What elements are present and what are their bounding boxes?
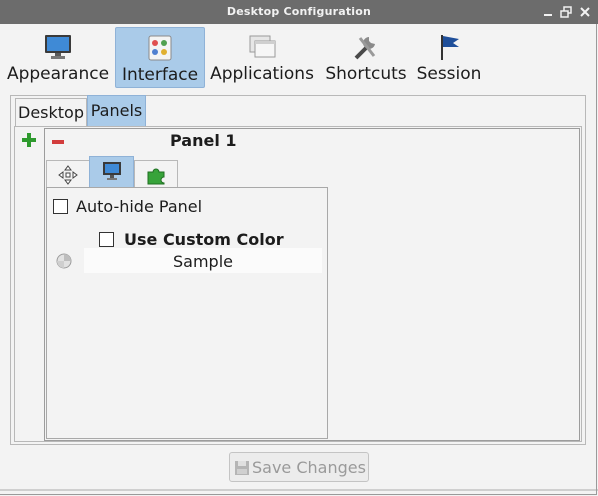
color-sample: Sample — [84, 248, 322, 273]
monitor-icon — [45, 35, 71, 59]
remove-panel-button[interactable] — [50, 134, 66, 148]
sample-label: Sample — [173, 252, 233, 271]
custom-color-checkbox[interactable] — [99, 232, 114, 247]
custom-color-label: Use Custom Color — [124, 230, 284, 249]
tools-icon — [354, 37, 376, 60]
color-picker-button[interactable] — [55, 252, 73, 270]
toolbar-shortcuts[interactable]: Shortcuts — [322, 27, 410, 88]
settings-box — [46, 187, 328, 439]
subtab-appearance[interactable] — [89, 156, 134, 188]
window-title: Desktop Configuration — [226, 5, 372, 18]
save-icon — [235, 461, 249, 475]
toolbar-applications[interactable]: Applications — [210, 27, 314, 88]
auto-hide-checkbox[interactable] — [53, 199, 68, 214]
color-wheel-icon — [56, 253, 72, 269]
tab-desktop[interactable]: Desktop — [15, 98, 87, 127]
minimize-icon[interactable] — [540, 4, 556, 20]
category-toolbar: Appearance Interface Applications Shortc… — [0, 24, 598, 90]
title-bar: Desktop Configuration — [0, 0, 598, 24]
add-panel-button[interactable] — [21, 132, 37, 148]
minus-icon — [52, 140, 64, 144]
auto-hide-label: Auto-hide Panel — [76, 197, 203, 216]
tab-panels[interactable]: Panels — [87, 95, 146, 127]
subtab-position[interactable] — [46, 160, 90, 188]
toolbar-appearance[interactable]: Appearance — [4, 27, 112, 88]
subtab-plugins[interactable] — [134, 160, 178, 188]
toolbar-interface[interactable]: Interface — [115, 27, 205, 88]
interface-icon — [148, 35, 172, 61]
position-icon — [58, 165, 78, 185]
panel-title: Panel 1 — [170, 131, 237, 150]
windows-icon — [249, 35, 276, 58]
bottom-divider — [0, 489, 598, 491]
save-changes-label: Save Changes — [252, 458, 366, 477]
toolbar-session[interactable]: Session — [416, 27, 482, 88]
monitor-icon — [102, 162, 121, 180]
plus-icon — [22, 133, 36, 147]
plugin-icon — [147, 168, 165, 185]
flag-icon — [441, 35, 459, 60]
save-changes-button[interactable]: Save Changes — [229, 452, 369, 482]
maximize-icon[interactable] — [558, 4, 574, 20]
close-icon[interactable] — [577, 4, 593, 20]
